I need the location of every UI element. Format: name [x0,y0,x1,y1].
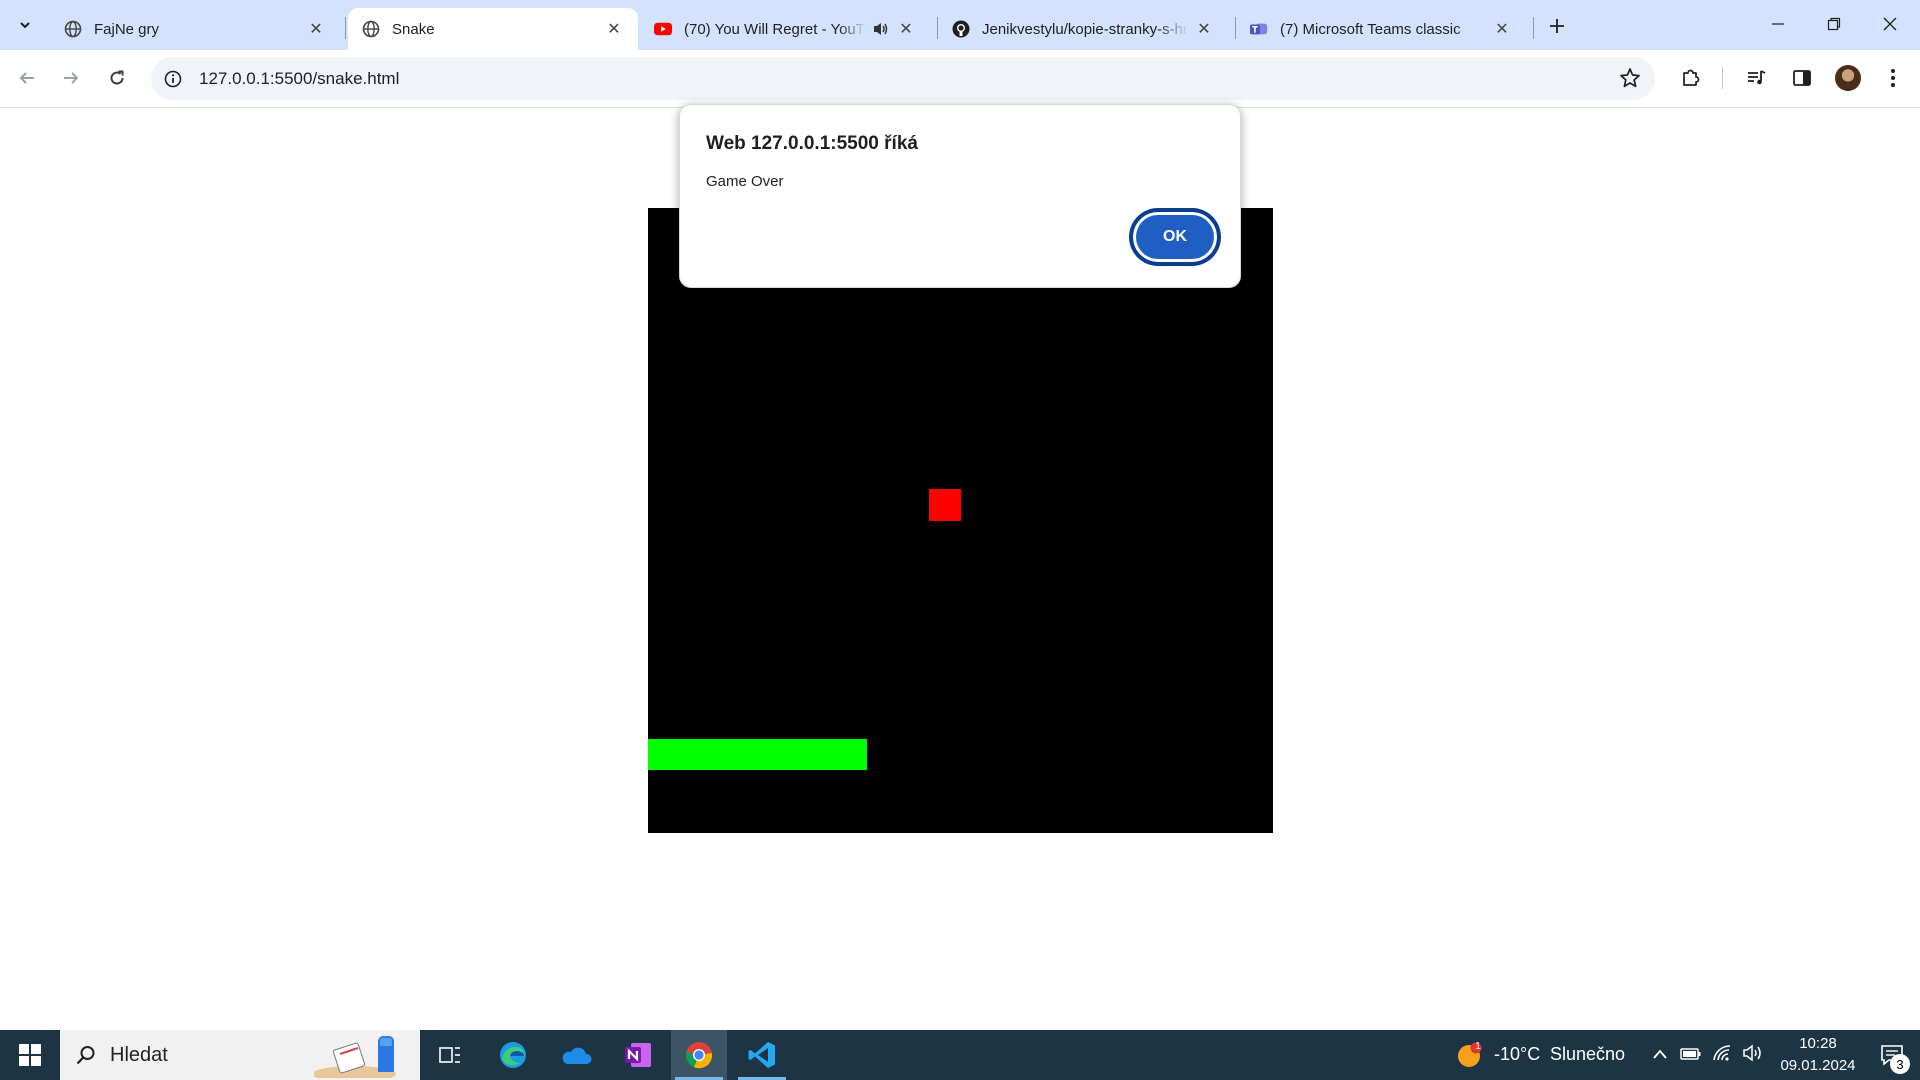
restore-icon [1827,17,1841,31]
dialog-message: Game Over [706,173,784,190]
taskbar-edge[interactable] [485,1030,541,1080]
arrow-left-icon [19,72,34,84]
info-icon[interactable] [163,69,183,89]
more-vert-icon [1891,69,1895,87]
close-icon[interactable]: ✕ [604,19,624,39]
taskbar-chrome[interactable] [671,1030,727,1080]
profile-avatar[interactable] [1835,65,1861,91]
tab-title: Jenikvestylu/kopie-stranky-s-hrami [982,20,1188,38]
toolbar-divider [1722,67,1723,89]
taskbar-onedrive[interactable] [548,1030,604,1080]
minimize-button[interactable] [1750,0,1806,48]
vscode-icon [748,1042,775,1068]
tab-separator [345,17,346,39]
teams-icon [1250,20,1268,38]
new-tab-button[interactable] [1543,12,1571,40]
globe-icon [362,20,380,38]
reload-icon [110,70,124,85]
dialog-title: Web 127.0.0.1:5500 říká [706,133,918,154]
browser-toolbar: 127.0.0.1:5500/snake.html [0,50,1920,108]
volume-icon[interactable] [1742,1044,1764,1067]
onenote-icon [625,1043,651,1067]
tab-fajne-gry[interactable]: FajNe gry ✕ [50,8,340,50]
github-icon [952,20,970,38]
notification-button[interactable]: 3 [1864,1030,1920,1080]
windows-taskbar: Hledat 1 -10°C Slunečno 10:28 09.01.2024… [0,1030,1920,1080]
weather-condition[interactable]: Slunečno [1550,1044,1625,1065]
tab-title: (7) Microsoft Teams classic [1280,20,1461,38]
chrome-icon [685,1042,713,1069]
windows-logo-icon [19,1044,41,1066]
clock-time: 10:28 [1799,1035,1837,1052]
media-queue-icon [1748,70,1766,85]
close-icon [1883,17,1897,31]
search-highlight-image [314,1036,396,1078]
plus-icon [1550,19,1564,33]
weather-badge: 1 [1475,1041,1481,1052]
close-icon[interactable]: ✕ [896,19,916,39]
address-bar[interactable]: 127.0.0.1:5500/snake.html [151,57,1655,100]
tab-github[interactable]: Jenikvestylu/kopie-stranky-s-hrami ✕ [938,8,1228,50]
ok-button[interactable]: OK [1131,210,1219,264]
taskbar-vscode[interactable] [734,1030,790,1080]
food [929,489,961,521]
taskbar-onenote[interactable] [610,1030,666,1080]
tab-snake[interactable]: Snake ✕ [348,8,638,50]
bookmark-star-icon[interactable] [1619,67,1641,94]
reload-button[interactable] [100,61,134,95]
globe-icon [64,20,82,38]
edge-icon [500,1042,526,1068]
search-icon [74,1043,98,1067]
snake [648,739,867,770]
tab-separator [1533,17,1534,39]
restore-button[interactable] [1806,0,1862,48]
menu-button[interactable] [1876,61,1910,95]
tab-teams[interactable]: (7) Microsoft Teams classic ✕ [1236,8,1526,50]
task-view-icon [439,1047,460,1063]
puzzle-icon [1683,69,1700,86]
arrow-right-icon [64,72,79,84]
extensions-button[interactable] [1674,61,1708,95]
weather-temperature[interactable]: -10°C [1494,1044,1540,1065]
forward-button[interactable] [54,61,88,95]
close-window-button[interactable] [1862,0,1918,48]
url-text[interactable]: 127.0.0.1:5500/snake.html [199,69,399,89]
task-view-button[interactable] [422,1030,478,1080]
tab-title: Snake [392,20,435,38]
search-placeholder: Hledat [110,1043,168,1066]
close-icon[interactable]: ✕ [1194,19,1214,39]
minimize-icon [1772,23,1784,25]
close-icon[interactable]: ✕ [1492,19,1512,39]
notification-count: 3 [1890,1054,1910,1074]
chevron-down-icon [20,22,30,29]
back-button[interactable] [10,61,44,95]
chevron-up-icon[interactable] [1652,1047,1668,1065]
clock-date: 09.01.2024 [1780,1057,1856,1074]
taskbar-search[interactable]: Hledat [60,1030,420,1080]
side-panel-button[interactable] [1785,61,1819,95]
wifi-icon[interactable] [1712,1044,1732,1067]
tab-title: FajNe gry [94,20,160,38]
onedrive-icon [562,1047,592,1064]
alert-dialog: Web 127.0.0.1:5500 říká Game Over OK [679,104,1241,288]
close-icon[interactable]: ✕ [306,19,326,39]
battery-icon[interactable] [1680,1046,1702,1067]
taskbar-clock[interactable]: 10:28 09.01.2024 [1768,1033,1868,1077]
speaker-icon[interactable] [872,21,890,37]
tab-youtube[interactable]: (70) You Will Regret - YouTube ✕ [640,8,930,50]
youtube-icon [654,20,672,38]
side-panel-icon [1793,70,1811,86]
media-control-button[interactable] [1740,61,1774,95]
tab-strip: FajNe gry ✕ Snake ✕ (70) You Will Regret… [0,0,1920,50]
start-button[interactable] [0,1030,60,1080]
tab-title: (70) You Will Regret - YouTube [684,20,866,38]
tab-search-button[interactable] [12,12,38,38]
